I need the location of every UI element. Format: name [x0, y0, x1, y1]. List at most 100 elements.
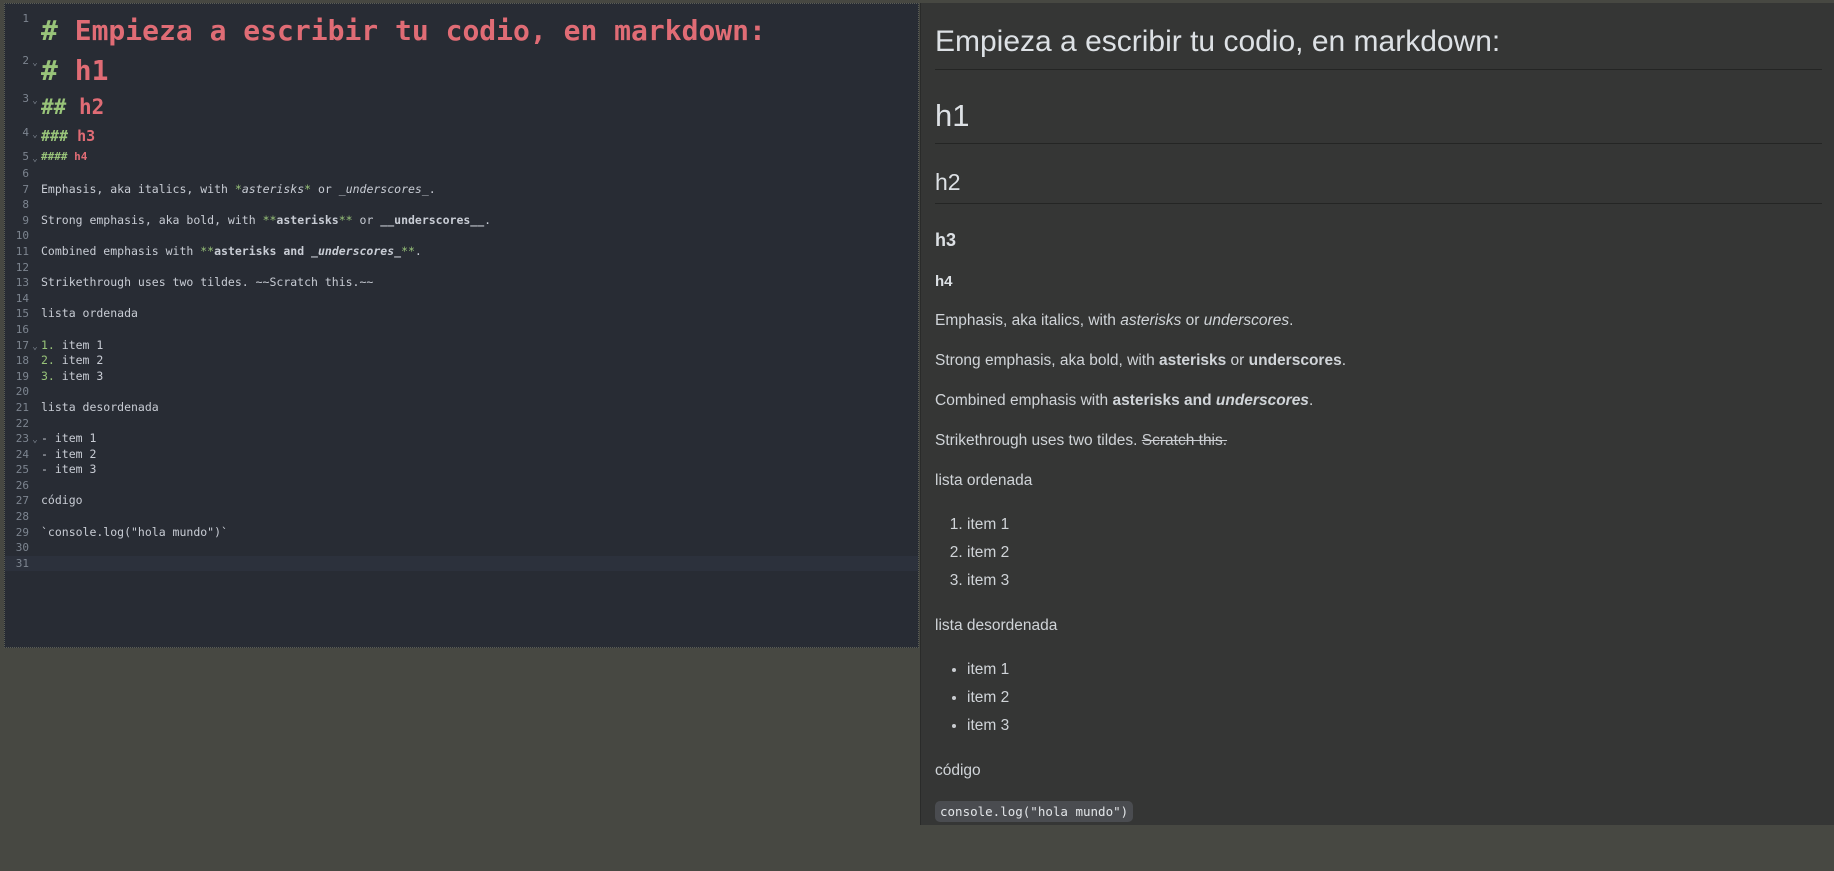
list-item: item 3 — [967, 712, 1822, 740]
line-content: `console.log("hola mundo")` — [41, 525, 228, 541]
editor-line[interactable]: 21 lista desordenada — [5, 400, 918, 416]
line-number: 11 — [15, 244, 29, 258]
editor-line[interactable]: 23 ⌄ - item 1 — [5, 431, 918, 447]
editor-line[interactable]: 19 3. item 3 — [5, 369, 918, 385]
fold-chevron-icon[interactable]: ⌄ — [29, 90, 41, 112]
editor-line[interactable]: 8 — [5, 197, 918, 213]
fold-chevron-icon[interactable]: ⌄ — [29, 124, 41, 146]
editor-line[interactable]: 9 Strong emphasis, aka bold, with **aster… — [5, 213, 918, 229]
editor-line[interactable]: 26 — [5, 478, 918, 494]
text-token: . — [414, 243, 422, 258]
editor-line[interactable]: 18 2. item 2 — [5, 353, 918, 369]
line-number: 29 — [15, 525, 29, 539]
preview-strike-paragraph: Strikethrough uses two tildes. Scratch t… — [935, 410, 1822, 450]
text: . — [1308, 392, 1314, 409]
text: Strikethrough uses two tildes. — [935, 432, 1142, 449]
line-number: 4 — [22, 126, 29, 139]
markup-token: 1. — [41, 337, 55, 352]
editor-line[interactable]: 7 Emphasis, aka italics, with *asterisks*… — [5, 182, 918, 198]
editor-line[interactable]: 3 ⌄ ## h2 — [5, 90, 918, 124]
line-content: código — [41, 493, 83, 509]
text-token: Emphasis, aka italics, with — [41, 181, 235, 196]
editor-line[interactable]: 1 # Empieza a escribir tu codio, en markd… — [5, 10, 918, 52]
text-token: lista desordenada — [41, 399, 159, 414]
line-content: Emphasis, aka italics, with *asterisks* … — [41, 182, 436, 198]
editor-line[interactable]: 11 Combined emphasis with **asterisks and… — [5, 244, 918, 260]
text-token: item 3 — [54, 368, 104, 383]
editor-line[interactable]: 14 — [5, 291, 918, 307]
line-number: 14 — [15, 291, 29, 305]
markdown-preview: Empieza a escribir tu codio, en markdown… — [920, 3, 1834, 825]
line-content: ### h3 — [41, 124, 95, 148]
preview-emphasis-paragraph: Emphasis, aka italics, with asterisks or… — [935, 290, 1822, 330]
bold-text: underscores — [1248, 352, 1342, 369]
line-number: 2 — [22, 54, 29, 67]
editor-line[interactable]: 2 ⌄ # h1 — [5, 52, 918, 90]
editor-line[interactable]: 27 código — [5, 493, 918, 509]
heading-token: h2 — [78, 95, 105, 119]
fold-chevron-icon[interactable]: ⌄ — [29, 52, 41, 74]
bold-italic-text: underscores — [1215, 392, 1309, 409]
line-number: 27 — [15, 494, 29, 508]
line-number: 30 — [15, 541, 29, 555]
line-content: 1. item 1 — [41, 338, 103, 354]
editor-line[interactable]: 12 — [5, 260, 918, 276]
editor-line[interactable]: 28 — [5, 509, 918, 525]
text: . — [1341, 352, 1347, 369]
line-content: #### h4 — [41, 148, 87, 166]
editor-line[interactable]: 30 — [5, 540, 918, 556]
strikethrough-text: Scratch this. — [1141, 432, 1228, 449]
editor-line[interactable]: 20 — [5, 384, 918, 400]
markup-token: ** — [262, 212, 277, 227]
editor-line[interactable]: 13 Strikethrough uses two tildes. ~~Scrat… — [5, 275, 918, 291]
preview-title-heading: Empieza a escribir tu codio, en markdown… — [935, 3, 1822, 70]
line-number: 13 — [15, 276, 29, 290]
editor-line[interactable]: 5 ⌄ #### h4 — [5, 148, 918, 166]
line-number: 31 — [15, 556, 29, 570]
editor-line[interactable]: 17 ⌄ 1. item 1 — [5, 338, 918, 354]
text-token: item 1 — [54, 337, 104, 352]
editor-line[interactable]: 22 — [5, 416, 918, 432]
text-token: lista ordenada — [41, 306, 138, 321]
markdown-editor[interactable]: 1 # Empieza a escribir tu codio, en markd… — [4, 3, 919, 648]
editor-line[interactable]: 29 `console.log("hola mundo")` — [5, 525, 918, 541]
line-number: 17 — [15, 338, 29, 352]
line-number: 20 — [15, 385, 29, 399]
editor-line[interactable]: 25 - item 3 — [5, 462, 918, 478]
preview-code-paragraph: console.log("hola mundo") — [935, 780, 1822, 822]
editor-line[interactable]: 6 — [5, 166, 918, 182]
editor-line[interactable]: 10 — [5, 228, 918, 244]
preview-unordered-label: lista desordenada — [935, 617, 1058, 634]
editor-line[interactable]: 15 lista ordenada — [5, 306, 918, 322]
markup-token: * — [234, 181, 242, 196]
markup-token: ** — [200, 243, 215, 258]
editor-line[interactable]: 31 — [5, 555, 918, 572]
line-content: ## h2 — [41, 90, 104, 124]
markup-token: #### — [41, 150, 75, 163]
editor-line[interactable]: 4 ⌄ ### h3 — [5, 124, 918, 148]
text-token: `console.log("hola mundo")` — [41, 524, 228, 539]
text-token: código — [41, 493, 83, 508]
line-number: 3 — [22, 92, 29, 105]
inline-code: console.log("hola mundo") — [935, 801, 1134, 822]
text-token: - item 2 — [41, 446, 97, 461]
preview-h4: h4 — [935, 273, 953, 290]
markup-token: ** — [338, 212, 353, 227]
line-number: 12 — [15, 260, 29, 274]
text-token: asterisks and — [214, 243, 312, 258]
text-token: __underscores__ — [380, 212, 485, 227]
line-number: 15 — [15, 307, 29, 321]
line-number: 28 — [15, 510, 29, 524]
editor-line[interactable]: 16 — [5, 322, 918, 338]
bold-text: asterisks — [1159, 352, 1227, 369]
editor-line[interactable]: 24 - item 2 — [5, 447, 918, 463]
line-content: 2. item 2 — [41, 353, 103, 369]
line-number: 16 — [15, 322, 29, 336]
markup-token: ### — [41, 127, 78, 145]
preview-code-label: código — [935, 762, 981, 779]
text: Emphasis, aka italics, with — [935, 312, 1121, 329]
line-number: 24 — [15, 447, 29, 461]
line-number: 18 — [15, 354, 29, 368]
line-content: - item 3 — [41, 462, 96, 478]
text-token: asterisks — [241, 181, 305, 196]
